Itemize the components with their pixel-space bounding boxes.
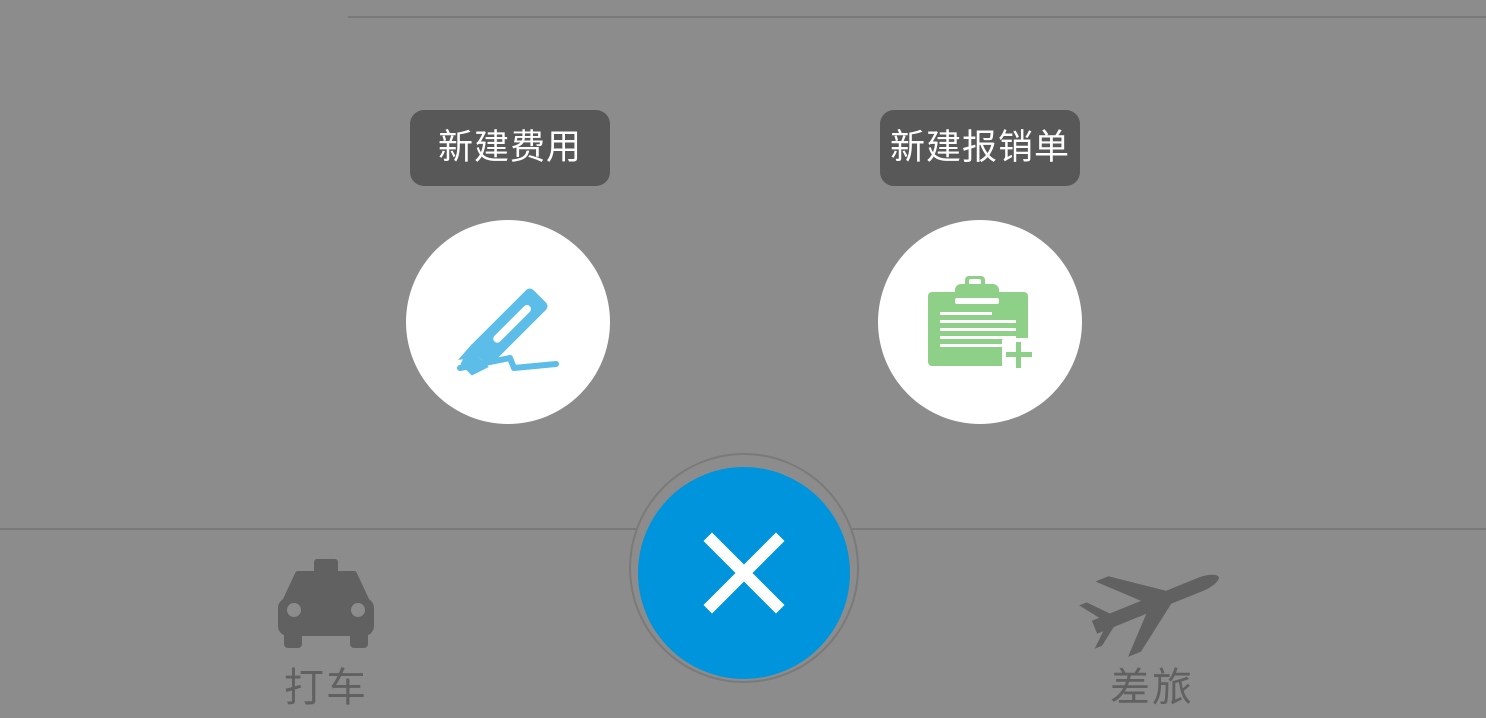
new-expense-tooltip: 新建费用 [410, 110, 610, 186]
tab-travel-label: 差旅 [1110, 665, 1194, 711]
top-divider [348, 16, 1486, 18]
tab-travel[interactable]: 差旅 [1052, 548, 1252, 718]
pen-icon [457, 288, 559, 376]
tab-taxi-label: 打车 [284, 665, 368, 711]
new-report-button[interactable] [878, 220, 1082, 424]
taxi-icon [278, 559, 374, 648]
new-report-tooltip: 新建报销单 [880, 110, 1080, 186]
clipboard-add-icon [928, 276, 1036, 372]
close-menu-button[interactable] [638, 467, 850, 679]
airplane-icon [1079, 574, 1219, 657]
tab-taxi[interactable]: 打车 [226, 548, 426, 718]
close-icon [703, 532, 785, 614]
new-expense-button[interactable] [406, 220, 610, 424]
